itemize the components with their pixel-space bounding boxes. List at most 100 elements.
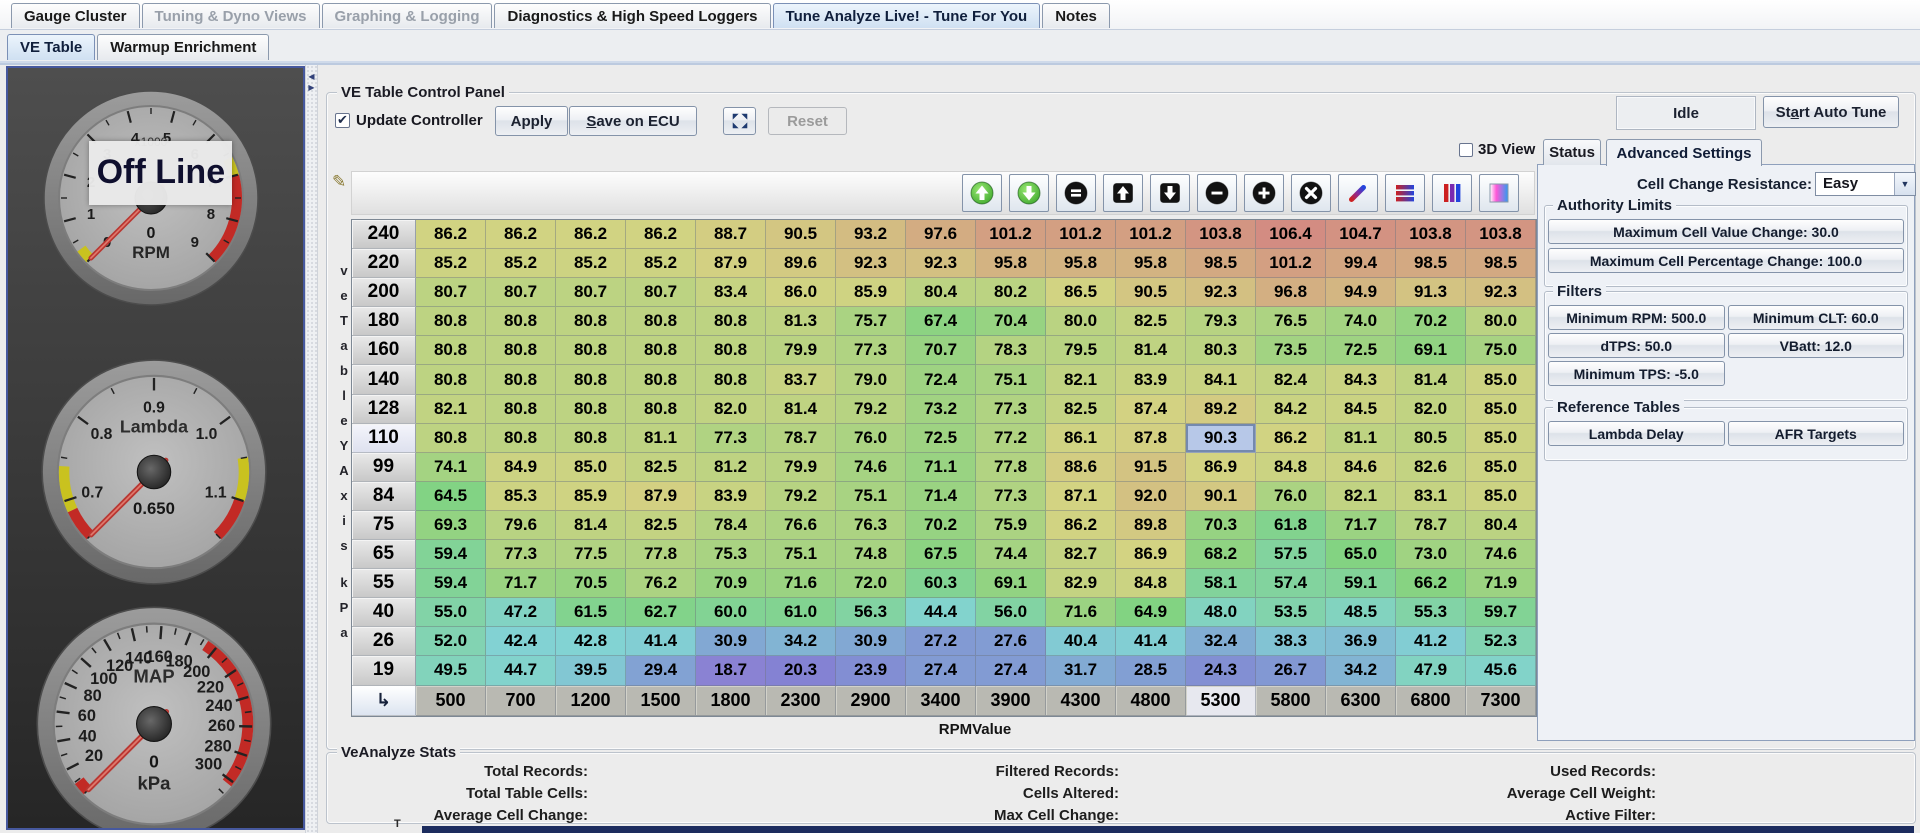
ve-table-cell[interactable]: 103.8 — [1466, 220, 1536, 249]
reference-afr-targets-button[interactable]: AFR Targets — [1728, 421, 1905, 446]
ve-table-cell[interactable]: 83.7 — [766, 365, 836, 394]
ve-table-cell[interactable]: 44.4 — [906, 598, 976, 627]
ve-table-cell[interactable]: 78.3 — [976, 336, 1046, 365]
ve-column-header[interactable]: 6300 — [1326, 686, 1396, 716]
ve-table-cell[interactable]: 76.3 — [836, 511, 906, 540]
ve-column-header[interactable]: 500 — [416, 686, 486, 716]
ve-table-cell[interactable]: 69.1 — [1396, 336, 1466, 365]
ve-table-cell[interactable]: 59.7 — [1466, 598, 1536, 627]
ve-table-cell[interactable]: 57.5 — [1256, 540, 1326, 569]
update-controller-checkbox[interactable]: ✔ — [335, 113, 350, 128]
ve-table-cell[interactable]: 85.2 — [416, 249, 486, 278]
ve-table-cell[interactable]: 47.9 — [1396, 656, 1466, 685]
ve-table-cell[interactable]: 81.4 — [556, 511, 626, 540]
toolbar-increase-cell-button[interactable] — [1244, 174, 1284, 212]
ve-table-cell[interactable]: 80.8 — [626, 395, 696, 424]
cell-change-resistance-select[interactable]: Easy ▼ — [1815, 172, 1916, 196]
ve-table-cell[interactable]: 80.8 — [556, 365, 626, 394]
splitter-collapse-left-icon[interactable]: ◀ — [306, 71, 317, 82]
ve-column-header[interactable]: 5800 — [1256, 686, 1326, 716]
ve-row-header[interactable]: 220 — [352, 249, 416, 278]
tab-gauge-cluster[interactable]: Gauge Cluster — [11, 3, 140, 28]
ve-table-cell[interactable]: 84.3 — [1326, 365, 1396, 394]
ve-table-cell[interactable]: 34.2 — [1326, 656, 1396, 685]
ve-table-cell[interactable]: 73.2 — [906, 395, 976, 424]
ve-table-cell[interactable]: 48.5 — [1326, 598, 1396, 627]
ve-table-cell[interactable]: 77.8 — [976, 453, 1046, 482]
ve-row-header[interactable]: 128 — [352, 395, 416, 424]
ve-table-cell[interactable]: 49.5 — [416, 656, 486, 685]
ve-column-header[interactable]: 4300 — [1046, 686, 1116, 716]
ve-table-cell[interactable]: 58.1 — [1186, 569, 1256, 598]
ve-column-header[interactable]: 1800 — [696, 686, 766, 716]
ve-table-cell[interactable]: 80.8 — [626, 365, 696, 394]
ve-table-cell[interactable]: 70.2 — [906, 511, 976, 540]
ve-column-header[interactable]: 3400 — [906, 686, 976, 716]
ve-table-cell[interactable]: 101.2 — [1256, 249, 1326, 278]
toolbar-shift-up-button[interactable] — [1103, 174, 1143, 212]
ve-table-cell[interactable]: 72.4 — [906, 365, 976, 394]
ve-table-cell[interactable]: 85.2 — [486, 249, 556, 278]
ve-table-cell[interactable]: 101.2 — [1046, 220, 1116, 249]
ve-table-cell[interactable]: 82.7 — [1046, 540, 1116, 569]
ve-table-cell[interactable]: 82.5 — [1116, 307, 1186, 336]
ve-table-cell[interactable]: 79.9 — [766, 336, 836, 365]
ve-row-header[interactable]: 19 — [352, 656, 416, 685]
ve-table-cell[interactable]: 80.8 — [626, 336, 696, 365]
ve-table-cell[interactable]: 85.2 — [626, 249, 696, 278]
ve-table-cell[interactable]: 75.1 — [766, 540, 836, 569]
ve-table-cell[interactable]: 52.0 — [416, 627, 486, 656]
ve-table-cell[interactable]: 67.4 — [906, 307, 976, 336]
ve-table-cell[interactable]: 76.2 — [626, 569, 696, 598]
toolbar-decrease-cell-button[interactable] — [1197, 174, 1237, 212]
ve-table-cell[interactable]: 86.2 — [486, 220, 556, 249]
ve-table-cell[interactable]: 86.1 — [1046, 424, 1116, 453]
toolbar-increase-cell-green-button[interactable] — [962, 174, 1002, 212]
ve-table-cell[interactable]: 82.1 — [1046, 365, 1116, 394]
ve-table-cell[interactable]: 84.9 — [486, 453, 556, 482]
ve-table-cell[interactable]: 72.0 — [836, 569, 906, 598]
ve-row-header[interactable]: 140 — [352, 365, 416, 394]
ve-row-header[interactable]: 240 — [352, 220, 416, 249]
ve-table-cell[interactable]: 85.0 — [1466, 482, 1536, 511]
limit-maximum-cell-value-change-30-0-button[interactable]: Maximum Cell Value Change: 30.0 — [1548, 219, 1904, 244]
ve-row-header[interactable]: 160 — [352, 336, 416, 365]
ve-table-cell[interactable]: 42.4 — [486, 627, 556, 656]
toolbar-interpolate-pencil-button[interactable] — [1338, 174, 1378, 212]
toolbar-set-equal-button[interactable] — [1056, 174, 1096, 212]
ve-table-cell[interactable]: 80.8 — [486, 395, 556, 424]
start-auto-tune-button[interactable]: Start Auto Tune — [1763, 96, 1899, 128]
ve-table-cell[interactable]: 91.5 — [1116, 453, 1186, 482]
tab-diagnostics-high-speed-loggers[interactable]: Diagnostics & High Speed Loggers — [494, 3, 770, 28]
ve-table-cell[interactable]: 74.1 — [416, 453, 486, 482]
ve-table-cell[interactable]: 81.4 — [1396, 365, 1466, 394]
ve-table-cell[interactable]: 99.4 — [1326, 249, 1396, 278]
ve-table-cell[interactable]: 79.9 — [766, 453, 836, 482]
subtab-warmup-enrichment[interactable]: Warmup Enrichment — [97, 34, 269, 60]
ve-table-cell[interactable]: 75.0 — [1466, 336, 1536, 365]
ve-table-cell[interactable]: 76.0 — [1256, 482, 1326, 511]
ve-row-header[interactable]: 110 — [352, 424, 416, 453]
ve-table-cell[interactable]: 94.9 — [1326, 278, 1396, 307]
ve-table-cell[interactable]: 95.8 — [976, 249, 1046, 278]
ve-table-cell[interactable]: 68.2 — [1186, 540, 1256, 569]
ve-table-cell[interactable]: 55.3 — [1396, 598, 1466, 627]
ve-table-cell[interactable]: 73.0 — [1396, 540, 1466, 569]
ve-table-cell[interactable]: 80.7 — [416, 278, 486, 307]
ve-row-header[interactable]: 180 — [352, 307, 416, 336]
ve-table-cell[interactable]: 30.9 — [836, 627, 906, 656]
ve-table-cell[interactable]: 82.6 — [1396, 453, 1466, 482]
ve-table-cell[interactable]: 80.8 — [416, 336, 486, 365]
ve-table-cell[interactable]: 80.8 — [556, 395, 626, 424]
ve-table-cell[interactable]: 77.5 — [556, 540, 626, 569]
ve-table-cell[interactable]: 79.0 — [836, 365, 906, 394]
ve-table-cell[interactable]: 85.0 — [1466, 424, 1536, 453]
ve-column-header[interactable]: 3900 — [976, 686, 1046, 716]
ve-table-cell[interactable]: 62.7 — [626, 598, 696, 627]
ve-column-header[interactable]: 6800 — [1396, 686, 1466, 716]
ve-table-cell[interactable]: 31.7 — [1046, 656, 1116, 685]
ve-table-cell[interactable]: 82.5 — [1046, 395, 1116, 424]
ve-row-header[interactable]: 99 — [352, 453, 416, 482]
ve-table-cell[interactable]: 71.1 — [906, 453, 976, 482]
ve-table-cell[interactable]: 64.5 — [416, 482, 486, 511]
